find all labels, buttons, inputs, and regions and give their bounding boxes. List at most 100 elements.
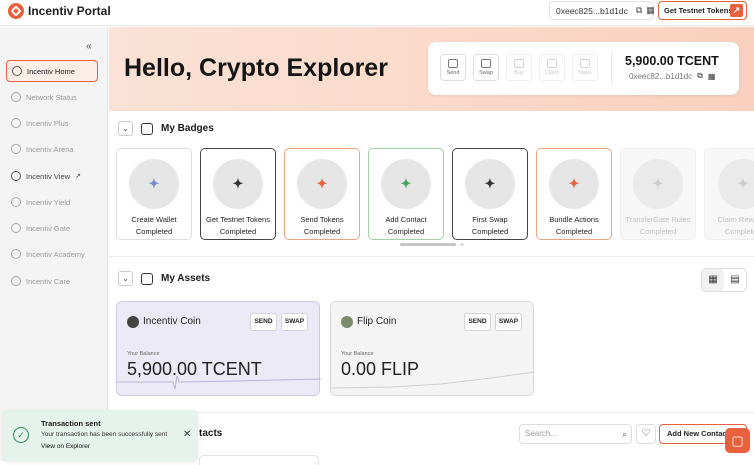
badge-first-swap[interactable]: ✦ First Swap Completed — [452, 148, 528, 240]
get-testnet-tokens-label: Get Testnet Tokens — [664, 6, 733, 15]
favorites-heart-icon[interactable]: ♡ — [636, 424, 656, 444]
sidebar-item-view[interactable]: Incentiv View ↗ — [6, 165, 98, 187]
badges-scrollbar[interactable] — [400, 243, 456, 246]
asset-card-incentiv[interactable]: Incentiv Coin SEND SWAP Your Balance 5,9… — [116, 301, 321, 396]
toast-title: Transaction sent — [41, 419, 101, 428]
badge-bundle-actions[interactable]: ✦ Bundle Actions Completed — [536, 148, 612, 240]
academy-icon — [11, 249, 21, 259]
badges-section-header: ⌄ My Badges — [118, 121, 214, 136]
transaction-toast: ✓ Transaction sent Your transaction has … — [3, 410, 198, 461]
badge-claim-rewards[interactable]: ✦ Claim Rewards Completed — [704, 148, 754, 240]
incentiv-coin-icon — [127, 316, 139, 328]
swap-icon — [481, 59, 491, 68]
sidebar-item-label: Incentiv Gate — [26, 223, 71, 233]
shield-icon — [11, 223, 21, 233]
wallet-address-chip[interactable]: 0xeec825...b1d1dc ⧉ ▦ — [549, 1, 655, 20]
action-label: Buy — [514, 70, 524, 76]
close-icon[interactable]: ✕ — [183, 429, 191, 440]
contacts-search-input[interactable]: Search... ⌕ — [519, 424, 632, 444]
arrow-up-right-icon: ↗ — [730, 4, 743, 17]
sidebar-item-label: Incentiv Yield — [26, 197, 71, 207]
stake-action-button[interactable]: Stake — [572, 54, 598, 81]
home-icon — [12, 66, 22, 76]
get-testnet-tokens-button[interactable]: Get Testnet Tokens ↗ — [658, 1, 747, 20]
copy-icon[interactable]: ⧉ — [636, 5, 642, 16]
balance-sparkline — [331, 371, 535, 389]
hero-banner: Hello, Crypto Explorer Send Swap Buy Cla… — [109, 27, 754, 111]
qr-code-icon[interactable]: ▦ — [708, 72, 716, 81]
network-icon — [11, 92, 21, 102]
swap-action-button[interactable]: Swap — [473, 54, 499, 81]
buy-action-button[interactable]: Buy — [506, 54, 532, 81]
section-divider — [109, 412, 754, 413]
swap-button[interactable]: SWAP — [495, 313, 522, 331]
page-title: Hello, Crypto Explorer — [124, 54, 388, 82]
badge-get-testnet-tokens[interactable]: ✦ Get Testnet Tokens Completed — [200, 148, 276, 240]
badge-image: ✦ — [549, 159, 599, 209]
sidebar-item-label: Network Status — [26, 92, 77, 102]
chat-support-icon[interactable]: ▢ — [725, 428, 750, 453]
collapse-sidebar-icon[interactable]: « — [86, 41, 92, 52]
swap-button[interactable]: SWAP — [281, 313, 308, 331]
badge-transfergate-rules[interactable]: ✦ TransferGate Rules Completed — [620, 148, 696, 240]
badge-send-tokens[interactable]: ✦ Send Tokens Completed — [284, 148, 360, 240]
sidebar-item-plus[interactable]: Incentiv Plus — [6, 112, 98, 134]
wallet-address: 0xeec825...b1d1dc — [556, 5, 628, 16]
badge-image: ✦ — [129, 159, 179, 209]
sidebar-item-care[interactable]: Incentiv Care — [6, 270, 98, 292]
logo[interactable]: Incentiv Portal — [8, 3, 111, 19]
action-label: Claim — [544, 70, 560, 76]
asset-card-flip[interactable]: Flip Coin SEND SWAP Your Balance 0.00 FL… — [330, 301, 535, 396]
incentiv-logo-icon — [8, 3, 24, 19]
arena-icon — [11, 144, 21, 154]
divider — [611, 52, 612, 84]
sidebar-item-network-status[interactable]: Network Status — [6, 86, 98, 108]
badge-add-contact[interactable]: ✦ Add Contact Completed — [368, 148, 444, 240]
sidebar-item-label: Incentiv View — [26, 171, 71, 181]
search-placeholder: Search... — [525, 429, 558, 438]
send-icon — [448, 59, 458, 68]
badge-label: Add Contact Completed — [385, 215, 427, 236]
toast-description: Your transaction has been successfully s… — [41, 431, 168, 438]
badge-image: ✦ — [465, 159, 515, 209]
view-on-explorer-link[interactable]: View on Explorer — [41, 443, 90, 450]
badge-image: ✦ — [718, 159, 754, 209]
external-link-icon: ↗ — [75, 173, 81, 180]
view-toggle: ▦ ▤ — [701, 268, 747, 292]
hero-address-text: 0xeec82...b1d1dc — [629, 71, 693, 81]
wallet-icon — [141, 272, 153, 285]
badge-label: Get Testnet Tokens Completed — [206, 215, 270, 236]
sidebar-item-gate[interactable]: Incentiv Gate — [6, 217, 98, 239]
sidebar-item-label: Incentiv Plus — [26, 118, 69, 128]
badge-image: ✦ — [213, 159, 263, 209]
sidebar-item-arena[interactable]: Incentiv Arena — [6, 138, 98, 160]
sidebar-item-label: Incentiv Care — [26, 276, 71, 286]
sidebar: « Incentiv Home Network Status Incentiv … — [0, 27, 108, 461]
chevron-down-icon[interactable]: ⌄ — [118, 271, 133, 286]
buy-icon — [514, 59, 524, 68]
send-button[interactable]: SEND — [464, 313, 491, 331]
claim-action-button[interactable]: Claim — [539, 54, 565, 81]
copy-icon[interactable]: ⧉ — [697, 71, 703, 81]
sidebar-item-home[interactable]: Incentiv Home — [6, 60, 98, 82]
claim-icon — [547, 59, 557, 68]
badge-icon — [141, 122, 153, 135]
qr-code-icon[interactable]: ▦ — [646, 5, 655, 16]
check-circle-icon: ✓ — [13, 427, 29, 443]
chevron-down-icon[interactable]: ⌄ — [118, 121, 133, 136]
plus-circle-icon — [11, 118, 21, 128]
contacts-title: tacts — [199, 428, 223, 439]
total-balance: 5,900.00 TCENT — [625, 54, 719, 68]
assets-title: My Assets — [161, 273, 211, 284]
badge-image: ✦ — [297, 159, 347, 209]
badges-title: My Badges — [161, 123, 214, 134]
sidebar-item-academy[interactable]: Incentiv Academy — [6, 243, 98, 265]
eye-icon — [11, 171, 21, 181]
grid-view-icon[interactable]: ▦ — [702, 269, 724, 291]
table-view-icon[interactable]: ▤ — [724, 269, 746, 291]
action-label: Stake — [577, 70, 593, 76]
badge-create-wallet[interactable]: ✦ Create Wallet Completed — [116, 148, 192, 240]
send-button[interactable]: SEND — [250, 313, 277, 331]
send-action-button[interactable]: Send — [440, 54, 466, 81]
sidebar-item-yield[interactable]: Incentiv Yield — [6, 191, 98, 213]
